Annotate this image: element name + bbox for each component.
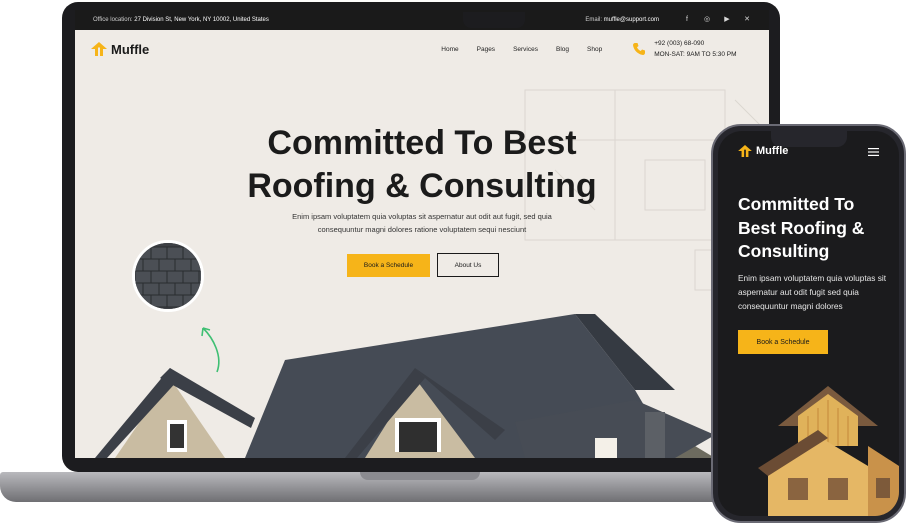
logo-text: Muffle [111,41,150,57]
mobile-site-logo[interactable]: Muffle [738,145,788,157]
email-label: Email: [585,17,602,23]
facebook-icon[interactable]: f [683,16,691,24]
mobile-logo-text: Muffle [756,145,789,157]
instagram-icon[interactable]: ◎ [703,16,711,24]
about-us-button[interactable]: About Us [437,253,499,277]
mobile-book-schedule-button[interactable]: Book a Schedule [738,330,828,354]
mobile-logo-icon [738,145,752,157]
office-location-label: Office location: [93,17,133,23]
house-frame-image [758,386,899,516]
mobile-hero-title: Committed To Best Roofing & Consulting [738,194,865,261]
nav-item-services[interactable]: Services [513,46,538,53]
nav-menu: Home Pages Services Blog Shop [441,46,602,53]
hero-title-line-2: Roofing & Consulting [247,167,597,205]
hero-title-line-1: Committed To Best [267,124,577,162]
nav-item-blog[interactable]: Blog [556,46,569,53]
hero-description: Enim ipsam voluptatem quia voluptas sit … [255,210,589,236]
hamburger-menu-icon[interactable] [868,148,879,156]
hero-description-line-1: Enim ipsam voluptatem quia voluptas sit … [292,212,552,221]
site-logo[interactable]: Muffle [91,42,149,57]
laptop-groove [360,472,480,480]
laptop-screen: Office location: 27 Division St, New Yor… [75,10,769,458]
twitter-icon[interactable]: ✕ [743,16,751,24]
office-address: 27 Division St, New York, NY 10002, Unit… [134,17,269,23]
roof-house-image [95,314,715,458]
logo-icon [91,42,107,56]
device-mockup-stage: Office location: 27 Division St, New Yor… [0,0,908,525]
business-hours: MON-SAT: 9AM TO 5:30 PM [654,51,737,58]
social-links: f ◎ ▶ ✕ [683,16,751,24]
nav-item-home[interactable]: Home [441,46,458,53]
top-info-bar: Office location: 27 Division St, New Yor… [75,10,769,30]
email-info: Email: muffle@support.com [585,17,659,23]
youtube-icon[interactable]: ▶ [723,16,731,24]
phone-screen: Muffle Committed To Best Roofing & Consu… [718,131,899,516]
hero-title: Committed To Best Roofing & Consulting [75,122,769,208]
phone-number[interactable]: +92 (003) 68-090 [654,38,736,49]
nav-item-pages[interactable]: Pages [477,46,495,53]
contact-block: +92 (003) 68-090 MON-SAT: 9AM TO 5:30 PM [632,38,737,60]
main-navigation: Muffle Home Pages Services Blog Shop +92… [75,30,769,68]
email-link[interactable]: muffle@support.com [604,17,659,23]
camera-notch [463,12,525,28]
phone-icon [633,43,646,55]
hero-description-line-2: consequuntur magni dolores ratione volup… [317,225,527,234]
book-schedule-button[interactable]: Book a Schedule [347,254,430,277]
nav-item-shop[interactable]: Shop [587,46,602,53]
mobile-hero-description: Enim ipsam voluptatem quia voluptas sit … [738,273,887,311]
